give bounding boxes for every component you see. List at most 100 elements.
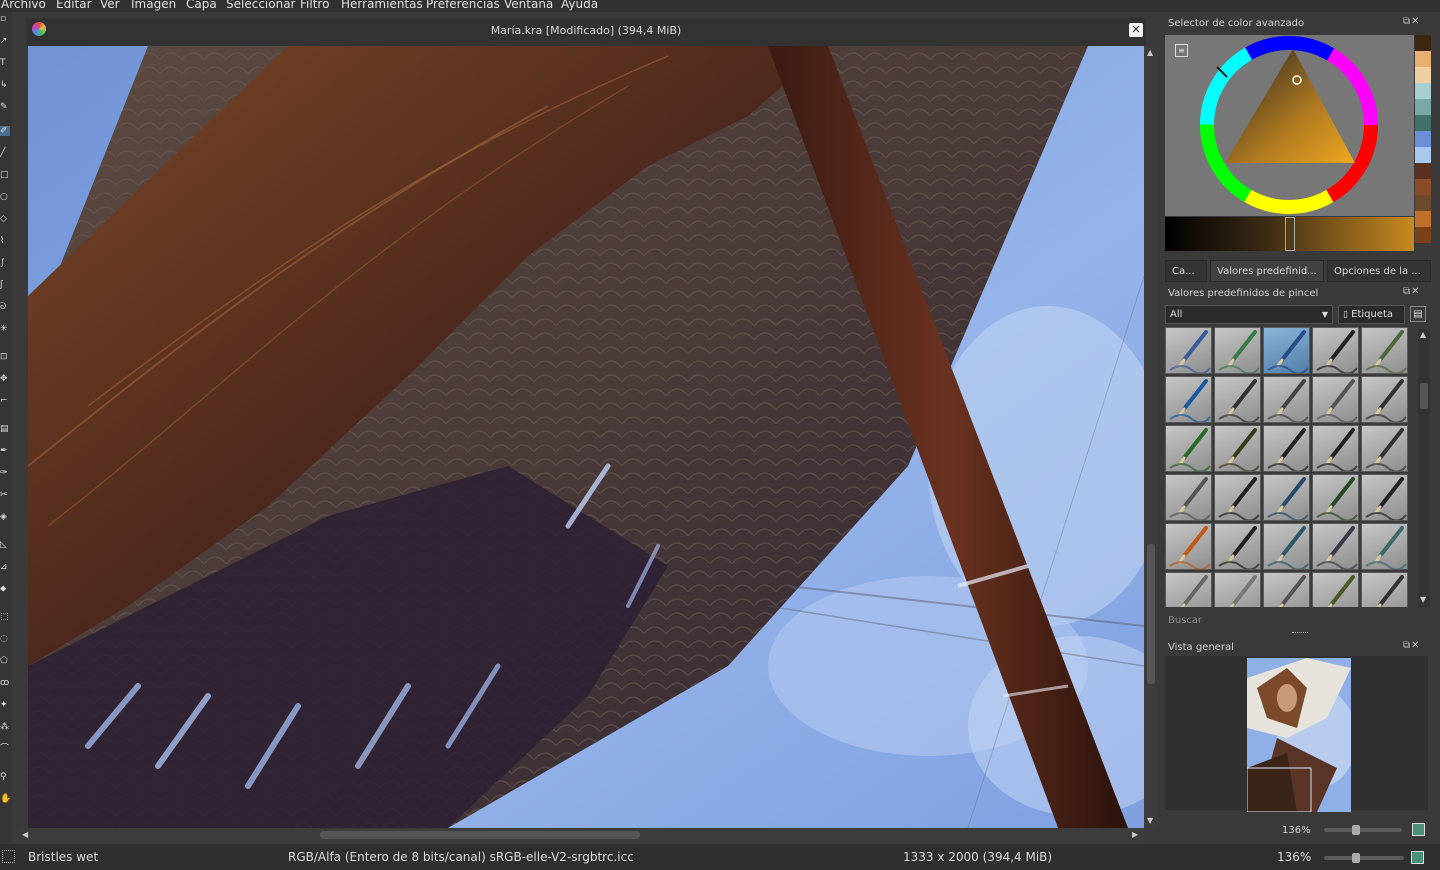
swatch[interactable] bbox=[1415, 163, 1431, 179]
float-icon[interactable]: ⧉✕ bbox=[1403, 286, 1421, 297]
tab-opciones[interactable]: Opciones de la ... bbox=[1327, 260, 1431, 282]
text-tool-icon[interactable]: T bbox=[0, 58, 10, 68]
brush-preset-tile[interactable] bbox=[1165, 425, 1212, 472]
document-tab[interactable]: María.kra [Modificado] (394,4 MiB) ✕ bbox=[26, 18, 1146, 46]
preset-search-input[interactable]: Buscar bbox=[1168, 615, 1202, 626]
brush-preset-tile[interactable] bbox=[1361, 523, 1408, 570]
swatch[interactable] bbox=[1415, 83, 1431, 99]
vertical-scroll-thumb[interactable] bbox=[1147, 544, 1155, 684]
brush-preset-tile[interactable] bbox=[1214, 425, 1261, 472]
contiguous-select-icon[interactable]: ✦ bbox=[0, 700, 10, 710]
menu-ventana[interactable]: Ventana bbox=[504, 0, 553, 11]
brush-preset-tile[interactable] bbox=[1165, 474, 1212, 521]
shade-selector[interactable] bbox=[1165, 217, 1414, 251]
calligraphy-icon[interactable]: ✎ bbox=[0, 102, 10, 112]
brush-preset-tile[interactable] bbox=[1312, 523, 1359, 570]
canvas-horizontal-scrollbar[interactable]: ◀ ▶ bbox=[20, 828, 1144, 842]
brush-preset-tile[interactable] bbox=[1312, 327, 1359, 374]
crop-tool-icon[interactable]: ⌐ bbox=[0, 396, 10, 406]
brush-preset-tile[interactable] bbox=[1263, 376, 1310, 423]
overview-panel[interactable] bbox=[1165, 656, 1428, 812]
colorize-mask-icon[interactable]: ✑ bbox=[0, 468, 10, 478]
float-icon[interactable]: ⧉✕ bbox=[1403, 640, 1421, 651]
preset-menu-icon[interactable]: ▤ bbox=[1410, 306, 1426, 322]
tab-capas[interactable]: Ca... bbox=[1165, 260, 1207, 282]
scroll-down-icon[interactable]: ▼ bbox=[1420, 595, 1426, 604]
brush-preset-tile[interactable] bbox=[1165, 376, 1212, 423]
brush-preset-tile[interactable] bbox=[1263, 523, 1310, 570]
status-zoom-slider[interactable] bbox=[1324, 853, 1404, 863]
brush-preset-tile[interactable] bbox=[1214, 327, 1261, 374]
scroll-up-icon[interactable]: ▲ bbox=[1147, 48, 1153, 57]
move-tool-icon[interactable]: ✥ bbox=[0, 374, 10, 384]
fill-tool-icon[interactable]: ◈ bbox=[0, 512, 10, 522]
canvas-vertical-scrollbar[interactable]: ▲ ▼ bbox=[1144, 46, 1158, 828]
zoom-knob[interactable] bbox=[1352, 853, 1360, 863]
measure-tool-icon[interactable]: ⊿ bbox=[0, 562, 10, 572]
polygon-tool-icon[interactable]: ◇ bbox=[0, 214, 10, 224]
swatch[interactable] bbox=[1415, 131, 1431, 147]
scroll-left-icon[interactable]: ◀ bbox=[22, 830, 28, 839]
color-picker-icon[interactable]: ✒ bbox=[0, 446, 10, 456]
preset-filter-select[interactable]: All ▼ bbox=[1165, 305, 1333, 324]
float-icon[interactable]: ⧉✕ bbox=[1403, 16, 1421, 27]
menu-filtro[interactable]: Filtro bbox=[300, 0, 329, 11]
reference-tool-icon[interactable]: ⬥ bbox=[0, 584, 10, 594]
close-icon[interactable]: ✕ bbox=[1129, 23, 1143, 37]
brush-preset-tile[interactable] bbox=[1312, 376, 1359, 423]
zoom-fit-icon[interactable] bbox=[1411, 851, 1424, 864]
smart-patch-icon[interactable]: ✂ bbox=[0, 490, 10, 500]
brush-preset-tile[interactable] bbox=[1165, 327, 1212, 374]
similar-select-icon[interactable]: ⁂ bbox=[0, 722, 10, 732]
menu-imagen[interactable]: Imagen bbox=[131, 0, 176, 11]
brush-preset-tile[interactable] bbox=[1361, 376, 1408, 423]
brush-preset-tile[interactable] bbox=[1312, 474, 1359, 521]
horizontal-scroll-thumb[interactable] bbox=[320, 831, 640, 839]
zoom-tool-icon[interactable]: ⚲ bbox=[0, 772, 10, 782]
freehand-path-icon[interactable]: ʃ bbox=[0, 280, 10, 290]
dynamic-brush-icon[interactable]: ᘐ bbox=[0, 302, 10, 312]
advanced-color-selector[interactable]: ≡ bbox=[1165, 35, 1414, 216]
brush-preset-tile[interactable] bbox=[1361, 425, 1408, 472]
brush-preset-tile[interactable] bbox=[1165, 572, 1212, 607]
polygon-select-icon[interactable]: ⬠ bbox=[0, 656, 10, 666]
swatch[interactable] bbox=[1415, 115, 1431, 131]
bezier-tool-icon[interactable]: ∫ bbox=[0, 258, 10, 268]
pan-tool-icon[interactable]: ✋ bbox=[0, 794, 11, 804]
swatch[interactable] bbox=[1415, 227, 1431, 243]
menu-archivo[interactable]: Archivo bbox=[1, 0, 46, 11]
menu-ayuda[interactable]: Ayuda bbox=[561, 0, 598, 11]
menu-ver[interactable]: Ver bbox=[100, 0, 120, 11]
rect-select-icon[interactable]: ⬚ bbox=[0, 612, 10, 622]
brush-preset-tile[interactable] bbox=[1214, 474, 1261, 521]
ellipse-tool-icon[interactable]: ○ bbox=[0, 192, 10, 202]
brush-preset-tile[interactable] bbox=[1361, 327, 1408, 374]
line-tool-icon[interactable]: ╱ bbox=[0, 148, 10, 158]
select-shapes-icon[interactable]: ➚ bbox=[0, 36, 10, 46]
brush-preset-tile[interactable] bbox=[1165, 523, 1212, 570]
menu-seleccionar[interactable]: Seleccionar bbox=[226, 0, 295, 11]
presets-scroll-thumb[interactable] bbox=[1420, 383, 1428, 409]
assistant-tool-icon[interactable]: ◺ bbox=[0, 540, 10, 550]
overview-zoom-slider[interactable] bbox=[1324, 825, 1402, 835]
tab-valores-predefinidos[interactable]: Valores predefinid... bbox=[1210, 260, 1324, 282]
toolbox-toggle-icon[interactable]: ▫ bbox=[0, 14, 10, 24]
swatch[interactable] bbox=[1415, 147, 1431, 163]
canvas[interactable] bbox=[28, 46, 1144, 828]
splitter-handle[interactable] bbox=[1292, 632, 1308, 636]
menu-preferencias[interactable]: Preferencias bbox=[426, 0, 500, 11]
swatch[interactable] bbox=[1415, 211, 1431, 227]
menu-capa[interactable]: Capa bbox=[186, 0, 217, 11]
brush-preset-tile[interactable] bbox=[1361, 474, 1408, 521]
polyline-tool-icon[interactable]: ⌇ bbox=[0, 236, 10, 246]
brush-preset-tile[interactable] bbox=[1263, 425, 1310, 472]
freehand-select-icon[interactable]: ꝏ bbox=[0, 678, 10, 688]
swatch[interactable] bbox=[1415, 35, 1431, 51]
presets-scrollbar[interactable]: ▲ ▼ bbox=[1418, 329, 1430, 607]
selection-icon[interactable] bbox=[2, 850, 15, 863]
brush-preset-tile[interactable] bbox=[1214, 572, 1261, 607]
brush-preset-tile[interactable] bbox=[1214, 376, 1261, 423]
scroll-down-icon[interactable]: ▼ bbox=[1147, 816, 1153, 825]
status-color-space[interactable]: RGB/Alfa (Entero de 8 bits/canal) sRGB-e… bbox=[288, 850, 634, 864]
multibrush-icon[interactable]: ✳ bbox=[0, 324, 10, 334]
